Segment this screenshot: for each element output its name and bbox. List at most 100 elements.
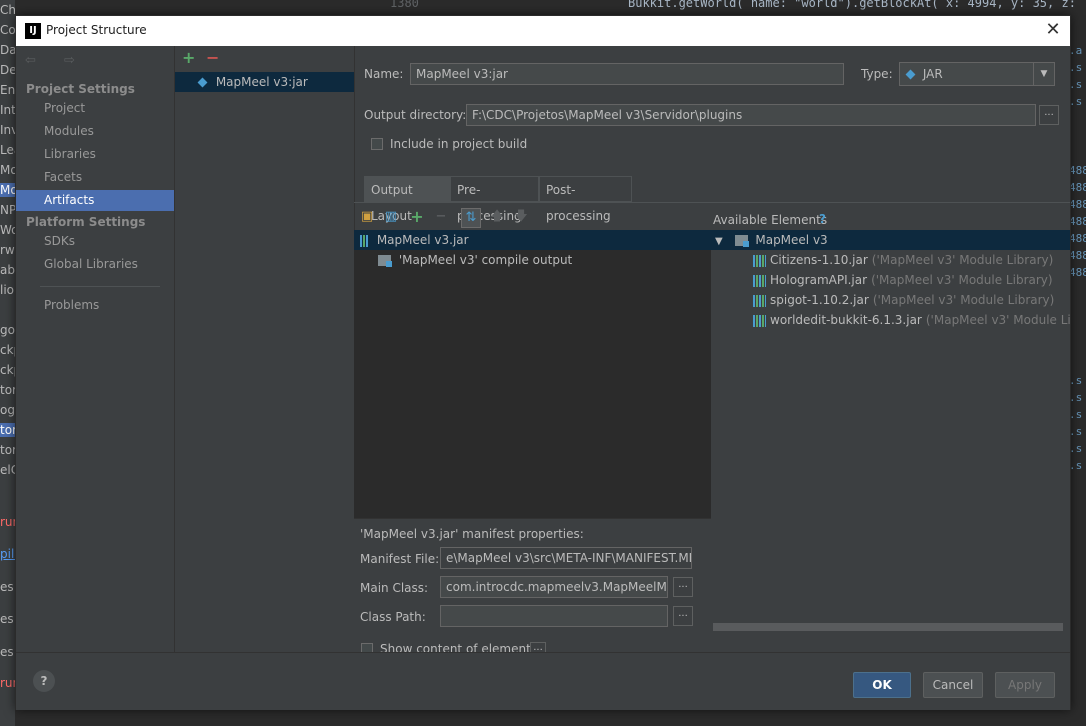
tab-pre-processing[interactable]: Pre-processing (450, 176, 539, 223)
intellij-logo-icon: IJ (25, 23, 41, 39)
title-bar: IJ Project Structure ✕ (16, 16, 1070, 46)
ide-gutter: .a .s .s .s 488 488 488 488 488 488 488 .s .s .s .s .s.… (1069, 44, 1086, 504)
available-root-label: MapMeel v3 (755, 233, 828, 247)
ide-tree-item: abl (0, 263, 15, 277)
tab-output-layout[interactable]: Output Layout (364, 176, 450, 223)
ide-tree-item: ckp (0, 363, 15, 377)
nav-item-libraries[interactable]: Libraries (16, 144, 174, 165)
library-source: ('MapMeel v3' Module Library) (925, 313, 1070, 327)
browse-class-path-button[interactable]: ... (673, 606, 693, 626)
cancel-button[interactable]: Cancel (923, 672, 983, 698)
archive-icon[interactable]: ▥ (382, 208, 400, 226)
output-directory-label: Output directory: (364, 108, 467, 122)
jar-artifact-icon (197, 78, 207, 88)
line-number: 1380 (390, 0, 419, 10)
help-button[interactable]: ? (33, 670, 55, 692)
ide-tree-item: ckp (0, 343, 15, 357)
nav-item-problems[interactable]: Problems (16, 295, 174, 316)
layout-child-label: 'MapMeel v3' compile output (398, 253, 573, 267)
jar-type-icon (905, 70, 915, 80)
move-down-icon[interactable]: 🡇 (512, 208, 530, 226)
ide-tree-item: Mo (0, 163, 15, 177)
library-item[interactable]: spigot-1.10.2.jar ('MapMeel v3' Module Li… (753, 290, 1054, 310)
ide-tree-item: es a (0, 612, 15, 626)
layout-child-compile-output[interactable]: 'MapMeel v3' compile output (378, 250, 572, 270)
name-label: Name: (364, 67, 404, 81)
help-question-icon[interactable]: ? (819, 212, 826, 226)
library-jar-icon (753, 274, 766, 287)
available-elements-header: Available Elements (713, 213, 828, 227)
ide-tree-item: tor (0, 383, 15, 397)
ide-tree-item: NP (0, 203, 15, 217)
nav-item-modules[interactable]: Modules (16, 121, 174, 142)
ide-tree-item: elC (0, 463, 15, 477)
class-path-label: Class Path: (360, 610, 426, 624)
layout-root-jar[interactable]: MapMeel v3.jar (354, 230, 711, 250)
nav-item-global-libraries[interactable]: Global Libraries (16, 254, 174, 275)
type-select[interactable]: JAR ▼ (899, 62, 1055, 86)
layout-root-label: MapMeel v3.jar (376, 233, 469, 247)
ide-tree-item: Ent (0, 83, 15, 97)
ide-gutter-mark: 488 (1069, 215, 1086, 228)
ide-gutter-mark: 488 (1069, 164, 1086, 177)
ide-tree-item: lio (0, 283, 15, 297)
main-class-input[interactable]: com.introcdc.mapmeelv3.MapMeelMain (440, 576, 668, 598)
library-name: Citizens-1.10.jar (770, 253, 868, 267)
output-directory-input[interactable]: F:\CDC\Projetos\MapMeel v3\Servidor\plug… (466, 104, 1036, 126)
add-artifact-icon[interactable]: + (182, 48, 195, 67)
include-build-checkbox[interactable] (371, 138, 383, 150)
expand-arrow-icon[interactable]: ▼ (715, 236, 723, 247)
ide-tree-item: Wo (0, 223, 15, 237)
ide-tree-item: es a (0, 645, 15, 659)
nav-item-artifacts[interactable]: Artifacts (16, 190, 174, 211)
horizontal-scrollbar[interactable] (713, 623, 1063, 631)
library-jar-icon (753, 294, 766, 307)
nav-item-project[interactable]: Project (16, 98, 174, 119)
library-source: ('MapMeel v3' Module Library) (871, 273, 1053, 287)
close-icon[interactable]: ✕ (1042, 19, 1064, 41)
back-forward-icons[interactable]: ⇦ ⇨ (25, 53, 87, 68)
ide-gutter-mark: 488 (1069, 232, 1086, 245)
ide-tree-item: ChatEvent (0, 3, 15, 17)
ide-tree-item: run (0, 676, 15, 690)
nav-item-sdks[interactable]: SDKs (16, 231, 174, 252)
class-path-input[interactable] (440, 605, 668, 627)
library-item[interactable]: Citizens-1.10.jar ('MapMeel v3' Module Li… (753, 250, 1053, 270)
output-layout-tree: MapMeel v3.jar 'MapMeel v3' compile outp… (354, 230, 711, 518)
chevron-down-icon[interactable]: ▼ (1033, 63, 1054, 85)
type-label: Type: (861, 67, 893, 81)
library-source: ('MapMeel v3' Module Library) (871, 253, 1054, 267)
name-input[interactable]: MapMeel v3:jar (410, 63, 844, 85)
sort-icon[interactable]: ⇅ (461, 208, 481, 228)
ide-tree-item: es a (0, 580, 15, 594)
ide-tree-item: ogl (0, 403, 15, 417)
ide-tree-item: Mo (0, 183, 15, 197)
tab-post-processing[interactable]: Post-processing (539, 176, 632, 223)
library-name: spigot-1.10.2.jar (770, 293, 869, 307)
browse-output-button[interactable]: ... (1039, 105, 1059, 125)
library-item[interactable]: HologramAPI.jar ('MapMeel v3' Module Libr… (753, 270, 1053, 290)
ide-gutter-mark: 488 (1069, 198, 1086, 211)
create-directory-icon[interactable]: ▣ (358, 208, 376, 226)
ide-tree-item: De (0, 63, 15, 77)
include-build-label: Include in project build (390, 137, 528, 151)
apply-button[interactable]: Apply (995, 672, 1055, 698)
ide-tree-item: Da (0, 43, 15, 57)
ide-tree-item: pila (0, 547, 15, 561)
dialog-buttons: ? OK Cancel Apply (16, 652, 1070, 710)
artifact-item[interactable]: MapMeel v3:jar (175, 72, 354, 92)
ide-gutter-mark: 488 (1069, 266, 1086, 279)
remove-element-icon[interactable]: − (432, 208, 450, 226)
remove-artifact-icon[interactable]: − (206, 48, 219, 67)
library-jar-icon (753, 314, 766, 327)
browse-main-class-button[interactable]: ... (673, 577, 693, 597)
available-root-module[interactable]: ▼ MapMeel v3 (711, 230, 1070, 250)
manifest-file-input[interactable]: e\MapMeel v3\src\META-INF\MANIFEST.MF (440, 547, 692, 569)
ok-button[interactable]: OK (853, 672, 911, 698)
nav-item-facets[interactable]: Facets (16, 167, 174, 188)
type-value: JAR (922, 67, 943, 81)
add-element-icon[interactable]: + (408, 208, 426, 226)
library-name: worldedit-bukkit-6.1.3.jar (770, 313, 922, 327)
library-item[interactable]: worldedit-bukkit-6.1.3.jar ('MapMeel v3' … (753, 310, 1070, 330)
move-up-icon[interactable]: 🡅 (488, 208, 506, 226)
